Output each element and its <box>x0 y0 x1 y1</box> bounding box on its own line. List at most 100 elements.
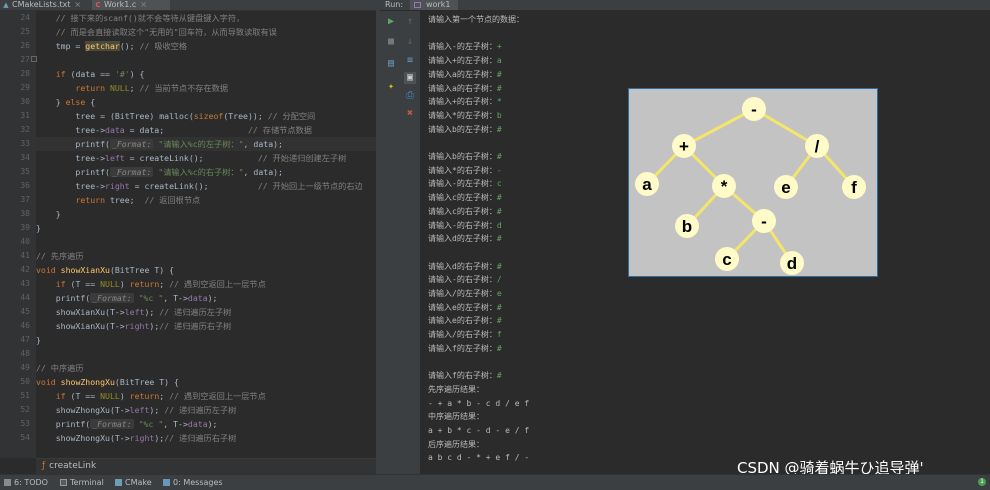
rerun-icon[interactable]: ▶ <box>385 16 397 28</box>
code-line: if (T == NULL) return; // 遇到空返回上一层节点 <box>36 391 266 401</box>
console-line: 请输入/的左子树：e <box>428 287 502 301</box>
console-user-input: b <box>496 110 502 120</box>
code-line: showXianXu(T->right);// 递归遍历右子树 <box>36 321 232 331</box>
breadcrumb-label: createLink <box>49 461 97 471</box>
code-line: if (T == NULL) return; // 遇到空返回上一层节点 <box>36 279 266 289</box>
function-icon: ƒ <box>42 461 46 471</box>
code-line: tree = (BitTree) malloc(sizeof(Tree)); /… <box>36 111 316 121</box>
console-user-input: / <box>496 275 502 285</box>
console-text: 请输入d的右子树： <box>428 261 497 271</box>
line-number: 28 <box>20 69 30 78</box>
console-text: 中序遍历结果： <box>428 412 484 422</box>
console-line: 请输入*的右子树：- <box>428 164 502 178</box>
console-user-input: # <box>496 316 502 326</box>
console-user-input: + <box>496 42 502 52</box>
console-line: a + b * c - d - e / f <box>428 424 529 438</box>
console-text: 请输入+的左子树： <box>428 56 497 66</box>
console-user-input: # <box>496 371 502 381</box>
tab-work1-c[interactable]: C Work1.c × <box>92 0 170 10</box>
code-line: tmp = getchar(); // 吸收空格 <box>36 41 188 51</box>
console-text: 请输入第一个节点的数据： <box>428 15 524 24</box>
code-line: printf(_Format: "请输入%c的左子树：", data); <box>36 139 283 149</box>
line-number: 46 <box>20 321 30 330</box>
console-user-input: # <box>496 302 502 312</box>
console-text: 请输入/的左子树： <box>428 289 497 298</box>
code-line: void showZhongXu(BitTree T) { <box>36 377 179 387</box>
soft-wrap-icon[interactable]: ≡ <box>404 55 416 67</box>
code-line: showZhongXu(T->left); // 递归遍历左子树 <box>36 405 237 415</box>
console-line: 请输入b的右子树：# <box>428 150 502 164</box>
line-number: 49 <box>20 363 30 372</box>
code-line: } <box>36 335 41 345</box>
scroll-to-end-icon[interactable]: ▣ <box>404 72 416 84</box>
console-user-input: # <box>496 152 502 161</box>
tree-node-label: + <box>679 137 689 156</box>
cmake-tool-button[interactable]: CMake <box>115 475 152 490</box>
line-number: 44 <box>20 293 30 302</box>
line-number: 47 <box>20 335 30 344</box>
console-text: 请输入b的左子树： <box>428 124 497 134</box>
line-number: 30 <box>20 97 30 106</box>
code-line: return NULL; // 当前节点不存在数据 <box>36 83 229 93</box>
notification-badge[interactable]: 1 <box>978 478 986 486</box>
stop-icon[interactable]: ■ <box>385 36 397 48</box>
tree-node-label: * <box>721 177 728 196</box>
cmake-icon <box>115 479 122 486</box>
tree-node-label: e <box>781 178 790 197</box>
arrow-down-icon[interactable]: ↓ <box>404 36 416 48</box>
code-line: if (data == '#') { <box>36 69 145 79</box>
pin-icon[interactable]: ✦ <box>385 81 397 93</box>
code-line: // 中序遍历 <box>36 363 84 373</box>
line-number: 25 <box>20 27 30 36</box>
todo-tool-button[interactable]: 6: TODO <box>4 475 48 490</box>
console-user-input: # <box>496 206 502 216</box>
trash-icon[interactable]: ✖ <box>404 108 416 120</box>
run-toolbar: ▶ ↑ ■ ↓ ▤ ≡ ✦ ▣ ⎙ ✖ <box>380 11 420 474</box>
todo-icon <box>4 479 11 486</box>
parameter-hint: _Format: <box>109 167 154 177</box>
tree-diagram: - + / a * e f b - c d <box>635 97 866 275</box>
arrow-up-icon[interactable]: ↑ <box>404 16 416 28</box>
console-user-input: f <box>496 330 502 340</box>
console-text: a + b * c - d - e / f <box>428 426 530 435</box>
console-text: 请输入-的左子树： <box>428 42 497 52</box>
console-line: 请输入+的右子树：* <box>428 95 502 109</box>
console-line: 请输入-的左子树：c <box>428 177 502 191</box>
close-icon[interactable]: × <box>140 0 147 9</box>
terminal-tool-button[interactable]: Terminal <box>60 475 104 490</box>
console-line: - + a * b - c d / e f <box>428 397 529 411</box>
tab-cmakelists[interactable]: ▲ CMakeLists.txt × <box>0 0 102 10</box>
editor-tab-bar: ▲ CMakeLists.txt × C Work1.c × <box>0 0 380 11</box>
console-line: 先序遍历结果： <box>428 383 484 397</box>
console-text: 请输入+的右子树： <box>428 97 497 107</box>
tree-node-label: b <box>682 217 692 236</box>
line-number: 40 <box>20 237 30 246</box>
console-line: 请输入-的右子树：d <box>428 219 502 233</box>
console-line: 请输入f的左子树：# <box>428 342 502 356</box>
messages-tool-button[interactable]: 0: Messages <box>163 475 223 490</box>
console-text: 请输入c的左子树： <box>428 193 497 203</box>
close-icon[interactable]: × <box>74 0 81 9</box>
code-line: printf(_Format: "%c ", T->data); <box>36 293 218 303</box>
code-line: } <box>36 223 41 233</box>
line-number: 50 <box>20 377 30 386</box>
console-user-input: # <box>496 234 502 244</box>
run-tab-work1[interactable]: work1 <box>410 0 459 10</box>
console-user-input: d <box>496 220 502 230</box>
tree-node-label: a <box>642 175 652 194</box>
breadcrumb[interactable]: ƒ createLink <box>36 458 380 474</box>
line-number: 31 <box>20 111 30 120</box>
print-icon[interactable]: ⎙ <box>404 90 416 102</box>
terminal-icon <box>60 479 67 486</box>
console-user-input: c <box>496 179 502 189</box>
layout-icon[interactable]: ▤ <box>385 58 397 70</box>
console-line: 请输入*的左子树：b <box>428 109 502 123</box>
code-line: printf(_Format: "请输入%c的右子树：", data); <box>36 167 283 177</box>
console-line: 请输入f的右子树：# <box>428 369 502 383</box>
console-text: 请输入e的右子树： <box>428 316 497 326</box>
console-line: 请输入第一个节点的数据： <box>428 13 524 27</box>
console-line: 请输入d的右子树：# <box>428 260 502 274</box>
tree-node-label: - <box>761 212 767 231</box>
code-editor[interactable]: // 接下来的scanf()就不会等待从键盘键入字符， // 而是会直接读取这个… <box>36 11 376 458</box>
status-bar: 6: TODO Terminal CMake 0: Messages 1 <box>0 474 990 490</box>
